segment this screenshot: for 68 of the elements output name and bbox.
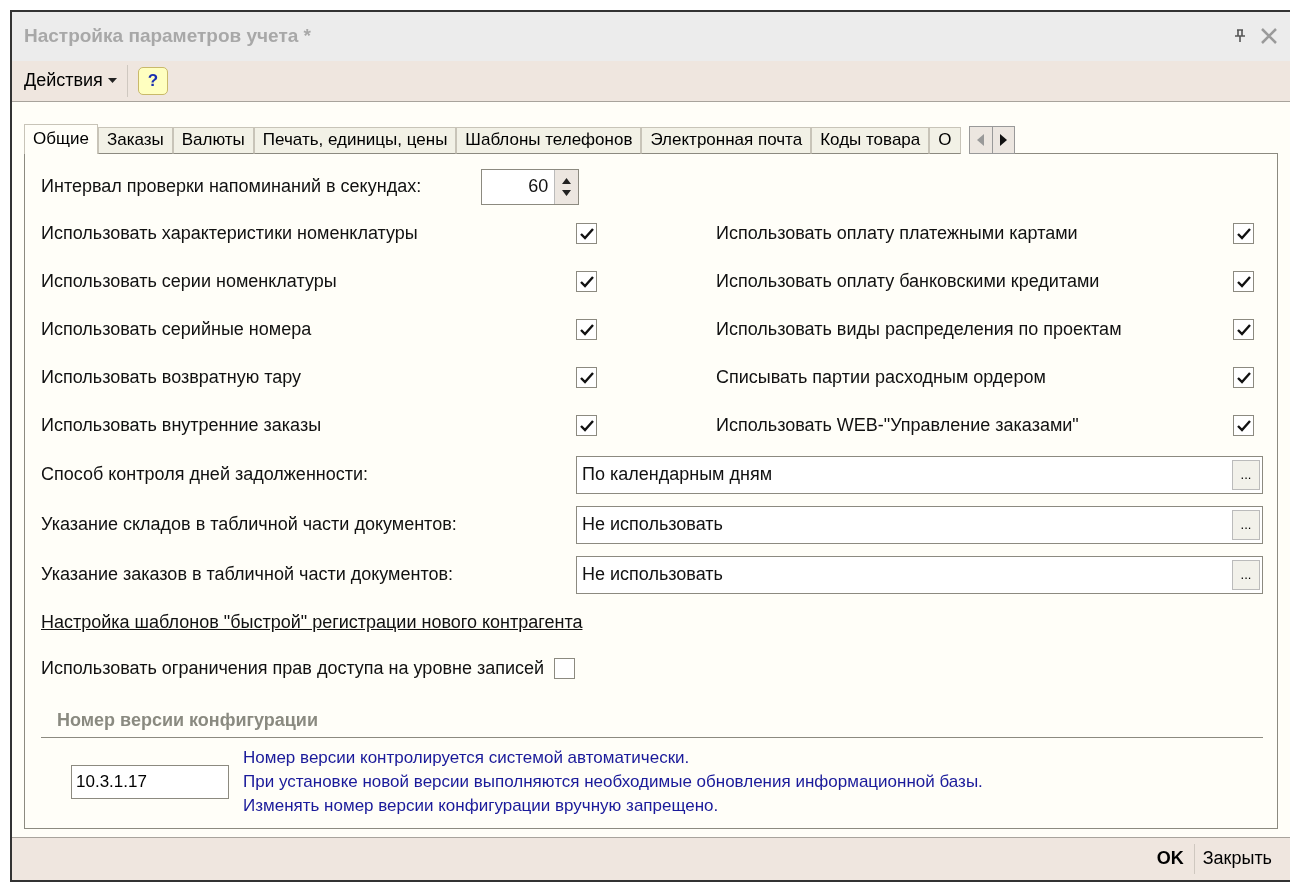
option-label: Использовать возвратную тару	[41, 367, 301, 389]
field-label: Указание заказов в табличной части документов:	[41, 564, 455, 586]
checkbox[interactable]	[576, 223, 597, 245]
checkmark-icon	[579, 227, 594, 240]
option-label: Использовать WEB-"Управление заказами"	[716, 415, 1079, 437]
interval-spinner[interactable]: 60	[481, 168, 580, 205]
checkbox[interactable]	[1233, 271, 1254, 293]
option-label: Использовать серии номенклатуры	[41, 271, 337, 293]
option-label: Использовать оплату банковскими кредитами	[716, 271, 1100, 293]
checkmark-icon	[1236, 275, 1251, 288]
option-label: Использовать внутренние заказы	[41, 415, 322, 437]
choose-button[interactable]: ...	[1232, 509, 1260, 540]
left-arrow-icon	[977, 133, 984, 146]
option-label: Списывать партии расходным ордером	[716, 367, 1046, 389]
tab[interactable]: Шаблоны телефонов	[456, 126, 642, 154]
tab[interactable]: Коды товара	[811, 126, 930, 154]
tab[interactable]: Общие	[24, 123, 98, 154]
checkmark-icon	[579, 275, 594, 288]
checkmark-icon	[1236, 371, 1251, 384]
option-label: Использовать серийные номера	[41, 319, 312, 341]
checkbox[interactable]	[1233, 319, 1254, 341]
checkbox[interactable]	[1233, 367, 1254, 389]
close-button[interactable]: Закрыть	[1194, 848, 1280, 870]
option-label: Использовать ограничения прав доступа на уровне записей	[41, 658, 545, 680]
tab[interactable]: Печать, единицы, цены	[253, 126, 457, 154]
templates-link[interactable]: Настройка шаблонов "быстрой" регистрации нового контрагента	[41, 612, 583, 634]
checkbox[interactable]	[554, 658, 576, 680]
checkmark-icon	[1236, 323, 1251, 336]
caret-icon	[107, 78, 117, 84]
checkmark-icon	[579, 371, 594, 384]
checkbox[interactable]	[576, 319, 597, 341]
section-heading: Номер версии конфигурации	[41, 709, 1263, 738]
select-field[interactable]: Не использовать ...	[576, 555, 1263, 594]
tab[interactable]: Заказы	[97, 126, 173, 154]
checkbox[interactable]	[576, 271, 597, 293]
info-note: Номер версии контролируется системой автоматически.	[243, 746, 691, 769]
select-field[interactable]: По календарным дням ...	[576, 455, 1263, 494]
help-button[interactable]: ?	[137, 66, 168, 95]
ok-button[interactable]: OK	[1146, 843, 1195, 874]
option-label: Использовать оплату платежными картами	[716, 223, 1078, 245]
checkbox[interactable]	[576, 367, 597, 389]
checkbox[interactable]	[1233, 415, 1254, 437]
checkmark-icon	[1236, 227, 1251, 240]
checkmark-icon	[579, 419, 594, 432]
tab[interactable]: Валюты	[172, 126, 254, 154]
info-note: Изменять номер версии конфигурации вручную запрещено.	[243, 794, 720, 817]
scroll-right-button[interactable]	[991, 126, 1014, 153]
field-label: Указание складов в табличной части документов:	[41, 514, 458, 536]
checkmark-icon	[1236, 419, 1251, 432]
up-down-arrows-icon	[562, 176, 572, 197]
window-title: Настройка параметров учета *	[24, 25, 311, 48]
field-label: Способ контроля дней задолженности:	[41, 464, 370, 486]
option-label: Использовать характеристики номенклатуры	[41, 223, 418, 245]
tab[interactable]: Электронная почта	[641, 126, 812, 154]
choose-button[interactable]: ...	[1232, 459, 1260, 490]
actions-menu[interactable]: Действия	[24, 64, 128, 97]
pin-icon[interactable]	[1234, 29, 1246, 44]
select-field[interactable]: Не использовать ...	[576, 505, 1263, 544]
tab[interactable]: О	[929, 126, 961, 154]
info-note: При установке новой версии выполняются необходимые обновления информационной базы.	[243, 770, 983, 793]
interval-label: Интервал проверки напоминаний в секундах:	[41, 176, 422, 198]
checkmark-icon	[579, 323, 594, 336]
version-field[interactable]: 10.3.1.17	[71, 764, 229, 799]
choose-button[interactable]: ...	[1232, 559, 1260, 590]
right-arrow-icon	[999, 133, 1007, 146]
option-label: Использовать виды распределения по проектам	[716, 319, 1122, 341]
checkbox[interactable]	[1233, 223, 1254, 245]
checkbox[interactable]	[576, 415, 597, 437]
